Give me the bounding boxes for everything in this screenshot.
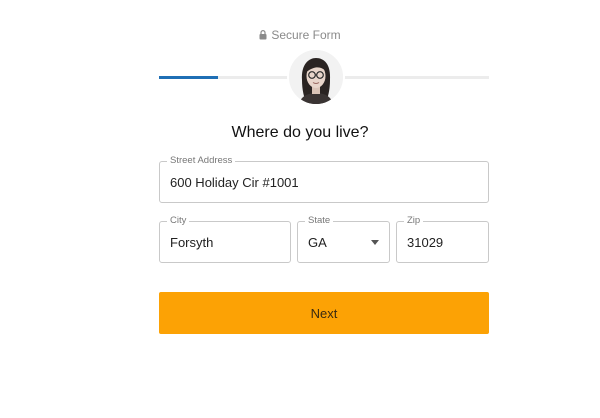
next-button[interactable]: Next: [159, 292, 489, 334]
state-label: State: [305, 215, 334, 227]
avatar: [287, 48, 345, 106]
city-label: City: [167, 215, 190, 227]
street-address-label: Street Address: [167, 155, 236, 167]
lock-icon: [259, 30, 267, 40]
zip-value[interactable]: 31029: [407, 235, 443, 251]
secure-form-header: Secure Form: [0, 28, 600, 42]
page-question: Where do you live?: [231, 124, 369, 141]
zip-field[interactable]: Zip 31029: [396, 215, 489, 263]
city-value[interactable]: Forsyth: [170, 235, 213, 251]
secure-form-page: Secure Form Where do you live? Street Ad…: [0, 0, 600, 418]
state-value[interactable]: GA: [308, 235, 327, 251]
person-avatar-icon: [289, 50, 343, 104]
chevron-down-icon[interactable]: [371, 240, 379, 245]
state-select[interactable]: State GA: [297, 215, 390, 263]
progress-bar-fill: [159, 76, 219, 79]
zip-label: Zip: [404, 215, 424, 227]
street-address-value[interactable]: 600 Holiday Cir #1001: [170, 175, 299, 191]
street-address-field[interactable]: Street Address 600 Holiday Cir #1001: [159, 155, 489, 203]
city-field[interactable]: City Forsyth: [159, 215, 291, 263]
secure-form-label: Secure Form: [271, 28, 341, 42]
